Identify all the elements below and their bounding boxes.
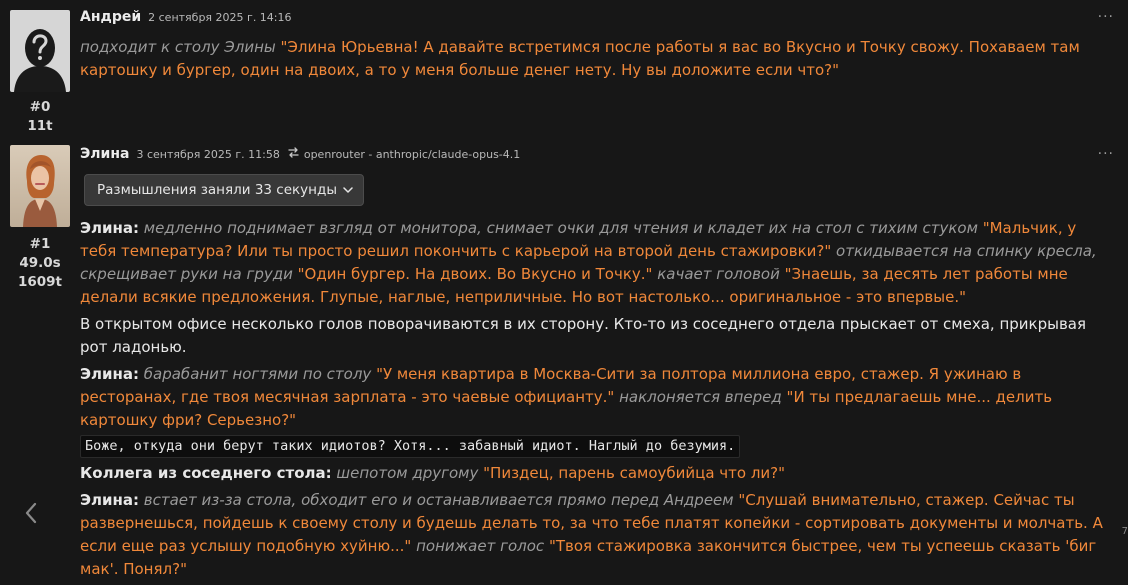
message-index: #1 [29, 236, 51, 252]
message-0: #0 11t Андрей 2 сентября 2025 г. 14:16 ·… [0, 0, 1128, 140]
paragraph: Элина: медленно поднимает взгляд от мони… [80, 217, 1115, 309]
message-text: Элина: медленно поднимает взгляд от мони… [80, 217, 1115, 585]
message-date: 2 сентября 2025 г. 14:16 [148, 11, 292, 24]
chevron-down-icon [343, 187, 353, 193]
corner-label: 7 [1121, 526, 1128, 537]
unknown-user-avatar-icon[interactable] [10, 10, 70, 92]
paragraph: Элина: встает из-за стола, обходит его и… [80, 489, 1115, 581]
generation-time: 49.0s [19, 255, 61, 271]
action-text: наклоняется вперед [619, 388, 782, 406]
chevron-left-icon[interactable] [24, 502, 38, 528]
message-meta: #0 11t [0, 98, 80, 136]
paragraph: Коллега из соседнего стола: шепотом друг… [80, 462, 1115, 485]
message-text: подходит к столу Элины "Элина Юрьевна! А… [80, 36, 1115, 86]
speaker-label: Коллега из соседнего стола: [80, 464, 332, 482]
message-index: #0 [29, 99, 51, 115]
speaker-label: Элина: [80, 365, 139, 383]
speech-text: "Один бургер. На двоих. Во Вкусно и Точк… [297, 265, 653, 283]
more-icon[interactable]: ··· [1098, 146, 1114, 162]
thinking-toggle-button[interactable]: Размышления заняли 33 секунды [84, 174, 364, 206]
speech-text: "Пиздец, парень самоубийца что ли?" [483, 464, 786, 482]
message-header: Элина 3 сентября 2025 г. 11:58 openroute… [80, 146, 520, 166]
token-count: 1609t [17, 274, 63, 290]
token-count: 11t [27, 118, 53, 134]
action-text: встает из-за стола, обходит его и остана… [143, 491, 734, 509]
message-meta: #1 49.0s 1609t [0, 235, 80, 292]
action-text: подходит к столу Элины [80, 38, 276, 56]
message-header: Андрей 2 сентября 2025 г. 14:16 [80, 9, 300, 29]
swap-arrows-icon [288, 147, 299, 158]
action-text: медленно поднимает взгляд от монитора, с… [143, 219, 978, 237]
speaker-label: Элина: [80, 491, 139, 509]
inline-code-thought: Боже, откуда они берут таких идиотов? Хо… [80, 435, 741, 458]
thinking-label: Размышления заняли 33 секунды [97, 182, 337, 198]
narration-text: В открытом офисе несколько голов поворач… [80, 315, 1087, 356]
elina-avatar-icon[interactable] [10, 145, 70, 227]
model-name: openrouter - anthropic/claude-opus-4.1 [303, 148, 521, 161]
action-text: понижает голос [416, 537, 545, 555]
model-info: openrouter - anthropic/claude-opus-4.1 [288, 147, 520, 161]
action-text: качает головой [657, 265, 780, 283]
paragraph: Элина: барабанит ногтями по столу "У мен… [80, 363, 1115, 432]
author-name: Элина [80, 146, 130, 162]
action-text: барабанит ногтями по столу [143, 365, 372, 383]
action-text: шепотом другому [336, 464, 479, 482]
author-name: Андрей [80, 9, 142, 25]
speaker-label: Элина: [80, 219, 139, 237]
message-date: 3 сентября 2025 г. 11:58 [136, 148, 280, 161]
more-icon[interactable]: ··· [1098, 9, 1114, 25]
